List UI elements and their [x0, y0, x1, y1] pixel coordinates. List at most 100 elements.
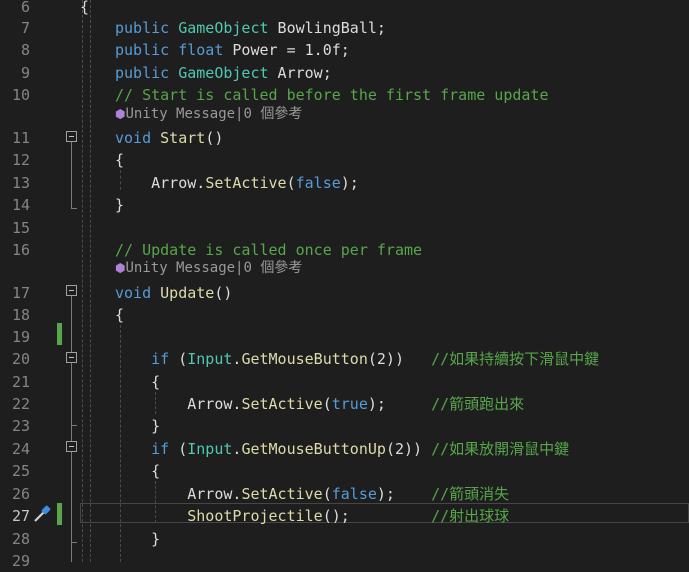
code-token: (	[286, 174, 296, 192]
code-token: }	[115, 196, 125, 214]
code-method: GetMouseButton	[241, 350, 368, 368]
unity-cube-icon: ⬢	[115, 261, 126, 275]
code-line[interactable]: 13 Arrow.SetActive(false);	[0, 172, 689, 194]
code-comment: //箭頭跑出來	[431, 395, 525, 413]
code-text: }	[115, 415, 160, 437]
code-line[interactable]: 24 if (Input.GetMouseButtonUp(2)) //如果放開…	[0, 438, 689, 460]
code-token: {	[115, 373, 161, 391]
code-line[interactable]: 23 }	[0, 415, 689, 437]
code-type: Input	[187, 440, 233, 458]
line-number: 26	[11, 485, 30, 503]
code-keyword: public	[115, 19, 179, 37]
code-comment: //箭頭消失	[431, 485, 510, 503]
code-keyword: false	[331, 485, 377, 503]
code-text: void Start()	[115, 127, 223, 149]
line-number: 9	[20, 64, 30, 82]
code-text: public GameObject BowlingBall;	[115, 17, 386, 39]
code-keyword: true	[331, 395, 368, 413]
line-number: 19	[11, 328, 30, 346]
code-method: Start	[160, 129, 206, 147]
code-text: Arrow.SetActive(false);	[115, 172, 359, 194]
code-type: GameObject	[178, 19, 269, 37]
line-number: 17	[11, 284, 30, 302]
code-line[interactable]: 16// Update is called once per frame	[0, 239, 689, 261]
code-token: Arrow.	[115, 485, 242, 503]
code-type: Input	[187, 350, 233, 368]
line-number: 13	[11, 174, 30, 192]
line-number: 16	[11, 241, 30, 259]
codelens-references[interactable]: ⬢Unity Message|0 個參考	[115, 103, 302, 125]
code-method: GetMouseButtonUp	[241, 440, 386, 458]
code-token: Power = 1.0f;	[223, 41, 350, 59]
line-number: 7	[20, 19, 30, 37]
code-text: Arrow.SetActive(false); //箭頭消失	[115, 483, 509, 505]
code-token: ()	[214, 284, 233, 302]
code-line[interactable]: 21 {	[0, 371, 689, 393]
code-token: }	[115, 530, 161, 548]
code-line[interactable]: 26 Arrow.SetActive(false); //箭頭消失	[0, 483, 689, 505]
line-number: 10	[11, 86, 30, 104]
line-number: 6	[20, 0, 30, 16]
code-comment: //如果持續按下滑鼠中鍵	[431, 350, 600, 368]
code-line[interactable]: 9 public GameObject Arrow;	[0, 62, 689, 84]
code-token: BowlingBall;	[268, 19, 386, 37]
code-method: SetActive	[205, 174, 287, 192]
code-token: (2))	[367, 350, 432, 368]
code-method: Update	[160, 284, 215, 302]
code-text: public GameObject Arrow;	[115, 62, 332, 84]
line-number: 14	[11, 196, 30, 214]
code-line[interactable]: 12 {	[0, 149, 689, 171]
code-text: {	[115, 371, 160, 393]
code-line[interactable]: 10 // Start is called before the first fr…	[0, 84, 689, 106]
code-text: public float Power = 1.0f;	[115, 39, 350, 61]
line-number: 20	[11, 350, 30, 368]
codelens-references[interactable]: ⬢Unity Message|0 個參考	[115, 257, 302, 279]
line-number: 8	[20, 41, 30, 59]
code-text: if (Input.GetMouseButton(2)) //如果持續按下滑鼠中…	[115, 348, 599, 370]
code-token: );	[376, 485, 432, 503]
line-number: 15	[11, 219, 30, 237]
code-editor[interactable]: 6{7 public GameObject BowlingBall; 8 public…	[0, 0, 689, 570]
code-line[interactable]: 15	[0, 217, 689, 239]
code-token: Arrow.	[115, 174, 206, 192]
code-line[interactable]: 28 }	[0, 528, 689, 550]
code-line[interactable]: 29	[0, 550, 689, 572]
codelens-label: Unity Message|0 個參考	[125, 106, 303, 122]
code-line[interactable]: 17 void Update()	[0, 282, 689, 304]
code-line[interactable]: 8 public float Power = 1.0f;	[0, 39, 689, 61]
code-line[interactable]: 20 if (Input.GetMouseButton(2)) //如果持續按下…	[0, 348, 689, 370]
code-line[interactable]: 25 {	[0, 460, 689, 482]
code-text: {	[80, 0, 89, 18]
code-text: {	[115, 460, 160, 482]
code-line[interactable]: 18 {	[0, 304, 689, 326]
code-token: );	[367, 395, 432, 413]
code-line[interactable]: 11 void Start()	[0, 127, 689, 149]
code-keyword: void	[115, 129, 161, 147]
line-number: 21	[11, 373, 30, 391]
code-line[interactable]: 14}	[0, 194, 689, 216]
code-token: }	[115, 417, 161, 435]
line-number: 29	[11, 552, 30, 570]
code-token: {	[115, 306, 125, 324]
code-comment: // Start is called before the first fram…	[115, 86, 549, 104]
code-token: {	[115, 462, 161, 480]
line-number: 23	[11, 417, 30, 435]
code-line[interactable]: 27 ShootProjectile(); //射出球球	[0, 505, 689, 527]
code-type: GameObject	[178, 64, 269, 82]
code-text: ShootProjectile(); //射出球球	[115, 505, 509, 527]
code-token: Arrow;	[268, 64, 332, 82]
line-number: 12	[11, 151, 30, 169]
code-line[interactable]: 22 Arrow.SetActive(true); //箭頭跑出來	[0, 393, 689, 415]
code-text: }	[115, 194, 124, 216]
code-keyword: public	[115, 41, 179, 59]
code-token: (	[178, 440, 188, 458]
code-line[interactable]: 19	[0, 326, 689, 348]
code-keyword: public	[115, 64, 179, 82]
code-token: Arrow.	[115, 395, 242, 413]
code-keyword: if	[115, 440, 179, 458]
code-token: (	[322, 395, 332, 413]
code-line[interactable]: 6{	[0, 0, 689, 18]
code-line[interactable]: 7 public GameObject BowlingBall;	[0, 17, 689, 39]
line-number: 25	[11, 462, 30, 480]
